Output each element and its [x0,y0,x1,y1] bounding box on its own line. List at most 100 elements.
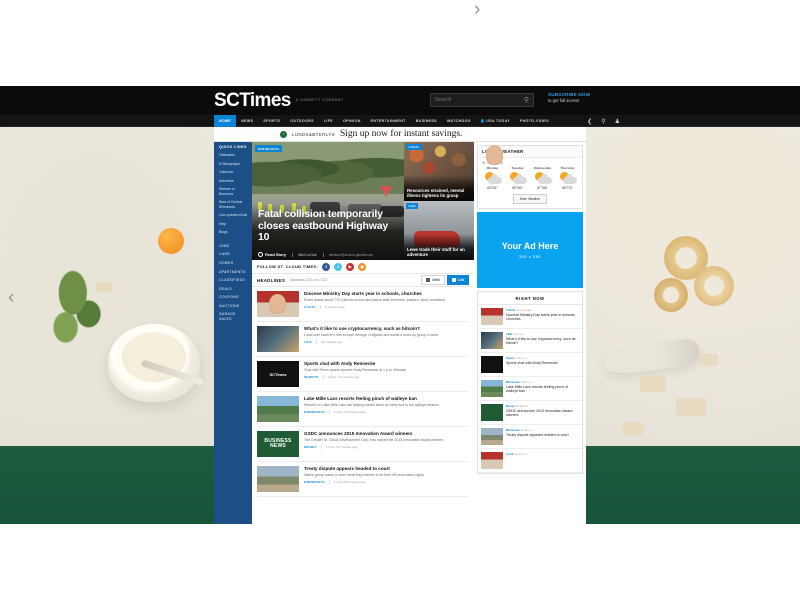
sidebar-item-calendar[interactable]: Calendar [219,170,248,174]
site-logo[interactable]: SCTimes [214,91,291,110]
article-body: What's it like to use cryptocurrency, su… [304,326,469,352]
youtube-icon[interactable]: ▶ [346,262,355,271]
sidebar-item-garage-sales[interactable]: GARAGE SALES [219,312,248,321]
hero-meta: Read Story Mitch LeClair mleclair2@stclo… [258,252,400,257]
list-view-button[interactable]: List [446,275,469,285]
article-category[interactable]: LIFE [506,332,512,336]
facebook-icon[interactable]: f [322,262,331,271]
article-category[interactable]: MINNESOTA [304,410,325,414]
weather-day-wednesday[interactable]: Wednesday 87°/66° [530,166,555,190]
article-headline[interactable]: Treaty dispute appears headed to court [506,433,579,437]
list-item[interactable]: Diocese Ministry Day starts year in scho… [257,287,469,322]
article-timestamp: 12:57 p.m. [520,380,534,384]
search-input[interactable] [435,97,524,103]
sidebar-item-classifieds[interactable]: CLASSIFIEDS [219,278,248,282]
article-headline[interactable]: Lake Mille Lacs resorts feeling pinch of… [304,396,469,402]
nav-item-entertainment[interactable]: ENTERTAINMENT [366,115,411,127]
list-item[interactable]: Money 12:35 p.m. GSDC announces 2015 Inn… [478,401,582,425]
article-headline[interactable]: What's it like to use cryptocurrency, su… [304,326,469,332]
twitter-icon[interactable]: t [334,262,343,271]
nav-item-sports[interactable]: SPORTS [258,115,285,127]
list-item[interactable]: Sports 1:00 p.m. Sports chat with Andy R… [478,353,582,377]
hero-lead-story[interactable]: MINNESOTA Fatal collision temporarily cl… [252,142,404,260]
main-navigation: HOME NEWS SPORTS OUTDOORS LIFE OPINION E… [0,115,800,127]
sidebar-item-auctions[interactable]: AUCTIONS [219,304,248,308]
article-category[interactable]: Minnesota [506,380,520,384]
sidebar-item-live-updates-chat[interactable]: Live updates/Chat [219,213,248,217]
article-headline[interactable]: Sports chat with Andy Rennecke [304,361,469,367]
read-story-button[interactable]: Read Story [258,252,286,257]
article-category[interactable]: SPORTS [304,375,319,379]
article-category[interactable]: Local [506,452,513,456]
list-item[interactable]: Local 12:12 p.m. [478,449,582,473]
sidebar-item-jobs[interactable]: JOBS [219,244,248,248]
nav-item-business[interactable]: BUSINESS [411,115,442,127]
nav-item-usa-today[interactable]: USA TODAY [476,115,515,127]
article-category[interactable]: Money [506,404,515,408]
article-category[interactable]: LOCAL [304,305,316,309]
sidebar-item-advertise[interactable]: Advertise [219,179,248,183]
list-item[interactable]: Treaty dispute appears headed to court N… [257,462,469,497]
rss-icon[interactable]: ◉ [358,262,367,271]
sidebar-item-deals[interactable]: DEALS [219,287,248,291]
article-headline[interactable]: Diocese Ministry Day starts year in scho… [506,313,579,322]
sidebar-item-best-of-central-minnesota[interactable]: Best of Central Minnesota [219,200,248,209]
subscribe-button[interactable]: SUBSCRIBE NOW to get full access [548,92,608,103]
article-headline[interactable]: GSDC announces 2015 Innovation Award win… [304,431,469,437]
nav-item-photo-video[interactable]: PHOTO-VIDEO [515,115,554,127]
nav-item-outdoors[interactable]: OUTDOORS [285,115,319,127]
article-headline[interactable]: Sports chat with Andy Rennecke [506,361,579,365]
search-icon[interactable]: ⚲ [601,118,605,125]
nav-item-news[interactable]: NEWS [236,115,258,127]
sidebar-item-e-newspaper[interactable]: E-Newspaper [219,162,248,166]
list-item[interactable]: Minnesota 12:25 p.m. Treaty dispute appe… [478,425,582,449]
search-icon[interactable]: ⚲ [524,96,529,104]
grid-view-button[interactable]: Grid [421,275,445,285]
article-category[interactable]: Minnesota [506,428,520,432]
sidebar-item-blogs[interactable]: Blogs [219,230,248,234]
nav-item-opinion[interactable]: OPINION [338,115,366,127]
user-icon[interactable]: ♟ [615,118,620,125]
list-item[interactable]: Lake Mille Lacs resorts feeling pinch of… [257,392,469,427]
weather-day-thursday[interactable]: Thursday 86°/70° [555,166,580,190]
sidebar-item-apartments[interactable]: APARTMENTS [219,270,248,274]
sidebar-item-cars[interactable]: CARS [219,252,248,256]
article-headline[interactable]: GSDC announces 2015 Innovation Award win… [506,409,579,418]
article-category[interactable]: Sports [506,356,515,360]
more-weather-button[interactable]: More Weather [512,194,548,204]
list-item[interactable]: LIFE 1:47 p.m. What's it like to use cry… [478,329,582,353]
sidebar-item-women-in-business[interactable]: Women in Business [219,187,248,196]
search-box[interactable]: ⚲ [430,93,534,107]
article-headline[interactable]: What's it like to use cryptocurrency, su… [506,337,579,346]
sidebar-item-homes[interactable]: HOMES [219,261,248,265]
promo-banner[interactable]: ✧ LUNDS&BYERLYS Sign up now for instant … [214,127,586,142]
list-item[interactable]: LOCAL 10 mins ago Diocese Ministry Day s… [478,305,582,329]
sidebar-item-coupons[interactable]: COUPONS [219,295,248,299]
sidebar-item-help[interactable]: Help [219,222,248,226]
article-category[interactable]: MONEY [304,445,317,449]
share-icon[interactable]: ❮ [587,118,592,125]
advertisement-placeholder[interactable]: Your Ad Here 300 x 250 [477,212,583,288]
list-item[interactable]: BUSINESS NEWS GSDC announces 2015 Innova… [257,427,469,462]
article-headline[interactable]: Treaty dispute appears headed to court [304,466,469,472]
article-headline[interactable]: Diocese Ministry Day starts year in scho… [304,291,469,297]
article-category[interactable]: LOCAL [506,308,516,312]
hero-card-mental-illness[interactable]: LOCAL Resources strained, mental illness… [404,142,474,201]
list-item[interactable]: Minnesota 12:57 p.m. Lake Mille Lacs res… [478,377,582,401]
hero-card-adventure[interactable]: LIFE Lewe trade their stuff for an adven… [404,201,474,260]
right-now-widget: RIGHT NOW LOCAL 10 mins ago Diocese Mini… [477,291,583,474]
article-category[interactable]: LIFE [304,340,312,344]
weather-day-tuesday[interactable]: Tuesday 85°/63° [505,166,530,190]
nav-item-home[interactable]: HOME [214,115,237,127]
nav-item-life[interactable]: LIFE [319,115,338,127]
article-body: LOCAL 10 mins ago Diocese Ministry Day s… [506,308,579,325]
weather-day-monday[interactable]: Monday 83°/61° [480,166,505,190]
list-item[interactable]: What's it like to use cryptocurrency, su… [257,322,469,357]
nav-item-watchdog[interactable]: WATCHDOG [442,115,476,127]
article-category[interactable]: MINNESOTA [304,480,325,484]
list-item[interactable]: SCTimes Sports chat with Andy Rennecke C… [257,357,469,392]
sidebar-item-obituaries[interactable]: Obituaries [219,153,248,157]
card-category-badge: LIFE [406,203,419,209]
hero-headline[interactable]: Fatal collision temporarily closes eastb… [258,208,398,244]
article-headline[interactable]: Lake Mille Lacs resorts feeling pinch of… [506,385,579,394]
